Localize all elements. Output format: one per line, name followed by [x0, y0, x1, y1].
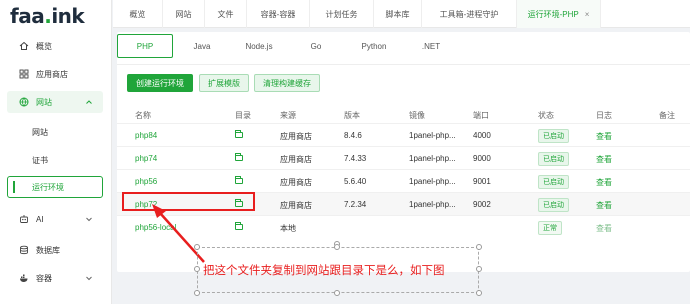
annotation-text: 把这个文件夹复制到网站跟目录下是么，如下图: [203, 263, 445, 277]
resize-handle[interactable]: [476, 290, 482, 296]
resize-handle[interactable]: [476, 244, 482, 250]
resize-handle[interactable]: [194, 266, 200, 272]
resize-handle[interactable]: [334, 244, 340, 250]
resize-handle[interactable]: [476, 266, 482, 272]
resize-handle[interactable]: [194, 290, 200, 296]
resize-handle[interactable]: [334, 290, 340, 296]
resize-handle[interactable]: [194, 244, 200, 250]
